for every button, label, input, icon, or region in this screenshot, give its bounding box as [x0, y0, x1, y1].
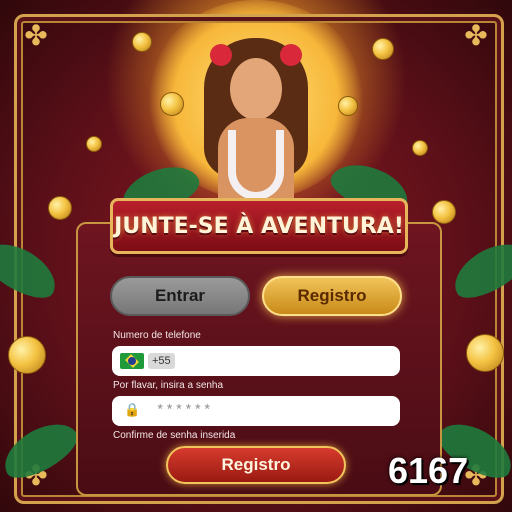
tab-entrar[interactable]: Entrar — [110, 276, 250, 316]
hero-face — [230, 58, 282, 120]
ornament-top-right: ✤ — [464, 19, 488, 52]
ornament-top-left: ✤ — [24, 19, 48, 52]
flower-lei — [228, 130, 284, 200]
stage: ✤ ✤ ✤ ✤ JUNTE-SE À AVENTURA! Entrar Regi… — [0, 0, 512, 512]
register-submit-button[interactable]: Registro — [166, 446, 346, 484]
password-field[interactable]: 🔒 ****** — [112, 396, 400, 426]
password-label: Por flavar, insira a senha — [113, 380, 224, 391]
banner-title: JUNTE-SE À AVENTURA! — [114, 213, 404, 239]
country-code: +55 — [148, 353, 175, 369]
coin-icon — [432, 200, 456, 224]
number-badge: 6167 — [388, 450, 469, 491]
hero-character-illustration — [196, 18, 316, 208]
coin-icon — [8, 336, 46, 374]
coin-icon — [160, 92, 184, 116]
password-mask: ****** — [156, 403, 213, 419]
hibiscus-flower-icon — [210, 44, 232, 66]
coin-icon — [372, 38, 394, 60]
title-banner: JUNTE-SE À AVENTURA! — [110, 198, 408, 254]
coin-icon — [132, 32, 152, 52]
brazil-flag-icon — [120, 353, 144, 369]
hibiscus-flower-icon — [280, 44, 302, 66]
phone-label: Numero de telefone — [113, 330, 201, 341]
phone-field[interactable]: +55 — [112, 346, 400, 376]
coin-icon — [86, 136, 102, 152]
confirm-password-label: Confirme de senha inserida — [113, 430, 236, 441]
coin-icon — [48, 196, 72, 220]
coin-icon — [412, 140, 428, 156]
tab-registro[interactable]: Registro — [262, 276, 402, 316]
coin-icon — [466, 334, 504, 372]
coin-icon — [338, 96, 358, 116]
lock-icon: 🔒 — [124, 403, 141, 418]
